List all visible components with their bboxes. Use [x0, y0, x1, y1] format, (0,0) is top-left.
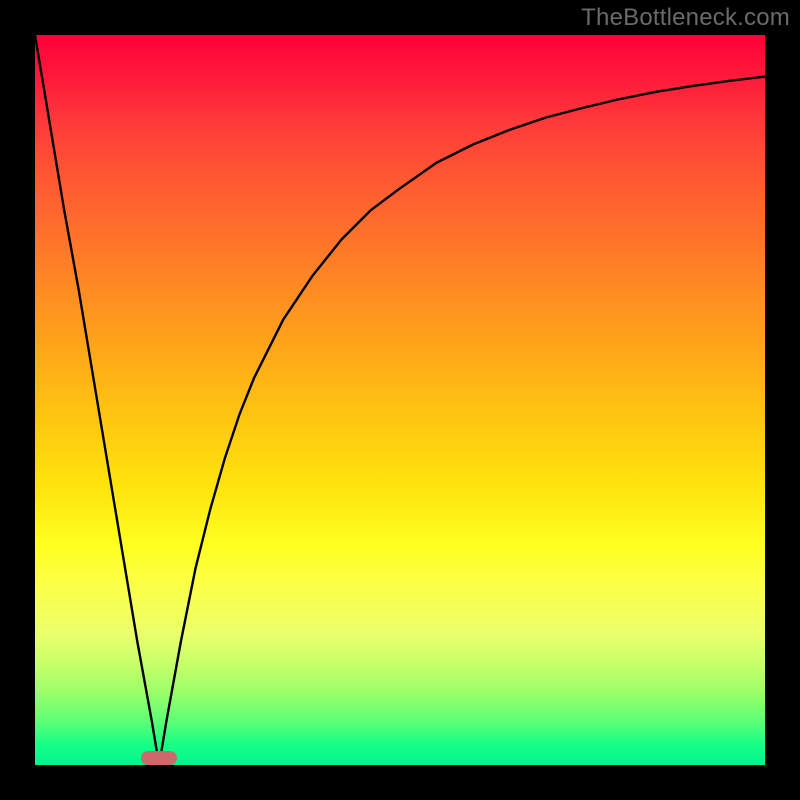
plot-area — [35, 35, 765, 765]
minimum-marker — [141, 751, 178, 765]
curve-path — [35, 35, 765, 765]
watermark-text: TheBottleneck.com — [581, 4, 790, 32]
chart-frame: TheBottleneck.com — [0, 0, 800, 800]
curve-svg — [35, 35, 765, 765]
